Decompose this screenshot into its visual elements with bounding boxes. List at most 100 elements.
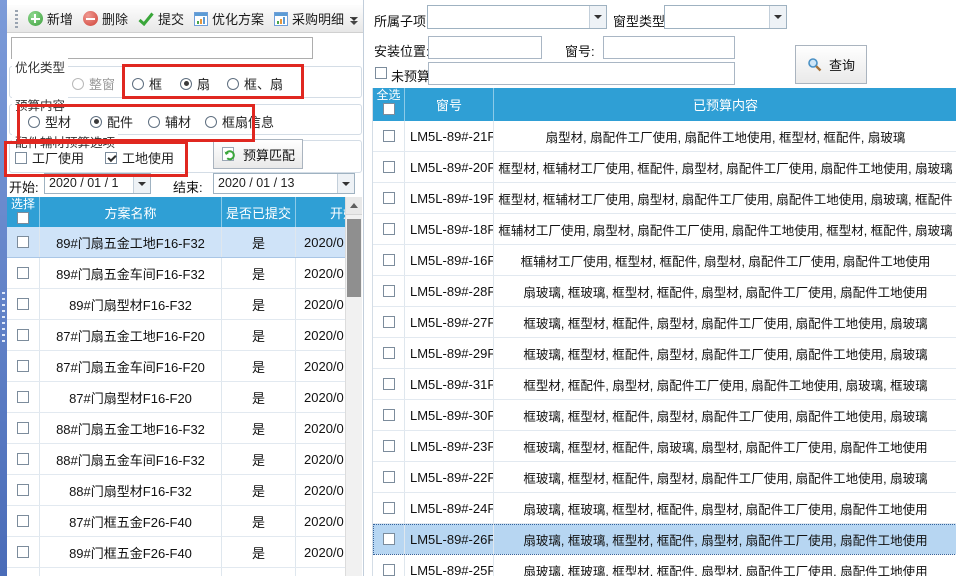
window-type-value — [665, 6, 769, 28]
radio-accessory[interactable]: 配件 — [90, 112, 133, 131]
select-all-checkbox[interactable] — [17, 212, 29, 224]
select-header-label: 选择 — [11, 198, 35, 211]
row-checkbox[interactable] — [383, 533, 395, 545]
row-checkbox[interactable] — [383, 223, 395, 235]
window-no-cell: LM5L-89#-28F26 — [405, 276, 494, 306]
select-all-checkbox[interactable] — [383, 103, 395, 115]
row-checkbox[interactable] — [383, 192, 395, 204]
table-row[interactable]: LM5L-89#-30F28框玻璃, 框型材, 框配件, 扇型材, 扇配件工厂使… — [373, 400, 956, 431]
table-row[interactable]: 87#门扇五金工地F16-F20是2020/0 — [7, 320, 345, 351]
row-checkbox[interactable] — [383, 316, 395, 328]
table-row[interactable]: LM5L-89#-18F16框辅材工厂使用, 扇型材, 扇配件工厂使用, 扇配件… — [373, 214, 956, 245]
row-checkbox[interactable] — [383, 378, 395, 390]
table-row[interactable]: 88#门框五金F21-F40是2020/0 — [7, 568, 345, 576]
table-row[interactable]: LM5L-89#-26F24扇玻璃, 框玻璃, 框型材, 框配件, 扇型材, 扇… — [373, 524, 956, 555]
radio-frame[interactable]: 框 — [132, 74, 162, 93]
radio-frame-sash[interactable]: 框、扇 — [227, 74, 283, 93]
row-checkbox[interactable] — [17, 453, 29, 465]
table-row[interactable]: LM5L-89#-24F22扇玻璃, 框玻璃, 框型材, 框配件, 扇型材, 扇… — [373, 493, 956, 524]
radio-profile[interactable]: 型材 — [28, 112, 71, 131]
table-row[interactable]: 89#门扇五金车间F16-F32是2020/0 — [7, 258, 345, 289]
start-date-picker[interactable]: 2020 / 01 / 1 — [44, 173, 151, 194]
table-row[interactable]: 89#门扇型材F16-F32是2020/0 — [7, 289, 345, 320]
table-row[interactable]: LM5L-89#-31F29框型材, 框配件, 扇型材, 扇配件工厂使用, 扇配… — [373, 369, 956, 400]
table-row[interactable]: LM5L-89#-29F27框玻璃, 框型材, 框配件, 扇型材, 扇配件工厂使… — [373, 338, 956, 369]
submit-button[interactable]: 提交 — [133, 7, 189, 30]
sub-item-select[interactable] — [427, 5, 607, 29]
row-checkbox[interactable] — [383, 564, 395, 576]
add-button[interactable]: 新增 — [23, 7, 78, 30]
radio-icon[interactable] — [180, 78, 192, 90]
row-checkbox[interactable] — [17, 391, 29, 403]
toolbar-overflow-button[interactable] — [347, 16, 360, 31]
radio-auxiliary[interactable]: 辅材 — [148, 112, 191, 131]
table-row[interactable]: LM5L-89#-20F18框型材, 框辅材工厂使用, 框配件, 扇型材, 扇配… — [373, 152, 956, 183]
vertical-scrollbar[interactable] — [345, 197, 362, 576]
row-checkbox[interactable] — [383, 130, 395, 142]
end-date-picker[interactable]: 2020 / 01 / 13 — [213, 173, 355, 194]
delete-button[interactable]: 删除 — [78, 7, 133, 30]
table-row[interactable]: LM5L-89#-19F17框型材, 框辅材工厂使用, 扇型材, 扇配件工厂使用… — [373, 183, 956, 214]
window-no-input[interactable] — [603, 36, 735, 59]
radio-icon[interactable] — [28, 116, 40, 128]
table-row[interactable]: 89#门框五金F26-F40是2020/0 — [7, 537, 345, 568]
table-row[interactable]: 87#门扇型材F16-F20是2020/0 — [7, 382, 345, 413]
radio-sash[interactable]: 扇 — [180, 74, 210, 93]
dropdown-button[interactable] — [133, 174, 150, 193]
checkbox-icon[interactable] — [105, 152, 117, 164]
table-row[interactable]: 87#门框五金F26-F40是2020/0 — [7, 506, 345, 537]
row-checkbox[interactable] — [383, 471, 395, 483]
checkbox-factory-use[interactable]: 工厂使用 — [15, 148, 84, 167]
table-row[interactable]: LM5L-89#-22F20框玻璃, 框型材, 框配件, 扇型材, 扇配件工厂使… — [373, 462, 956, 493]
query-button[interactable]: 查询 — [795, 45, 867, 84]
radio-icon[interactable] — [227, 78, 239, 90]
row-checkbox[interactable] — [383, 409, 395, 421]
row-checkbox[interactable] — [383, 254, 395, 266]
dropdown-button[interactable] — [589, 6, 606, 28]
no-budget-checkbox[interactable] — [375, 67, 387, 79]
table-row[interactable]: LM5L-89#-27F25框玻璃, 框型材, 框配件, 扇型材, 扇配件工厂使… — [373, 307, 956, 338]
row-checkbox[interactable] — [17, 360, 29, 372]
row-checkbox[interactable] — [17, 422, 29, 434]
table-row[interactable]: 87#门扇五金车间F16-F20是2020/0 — [7, 351, 345, 382]
row-checkbox[interactable] — [383, 440, 395, 452]
table-row[interactable]: 88#门扇五金工地F16-F32是2020/0 — [7, 413, 345, 444]
radio-icon[interactable] — [205, 116, 217, 128]
install-position-input[interactable] — [428, 36, 542, 59]
radio-icon[interactable] — [90, 116, 102, 128]
table-row[interactable]: LM5L-89#-21F19扇型材, 扇配件工厂使用, 扇配件工地使用, 框型材… — [373, 121, 956, 152]
table-row[interactable]: 88#门扇五金车间F16-F32是2020/0 — [7, 444, 345, 475]
checkbox-site-use[interactable]: 工地使用 — [105, 148, 174, 167]
checkbox-icon[interactable] — [15, 152, 27, 164]
table-row[interactable]: LM5L-89#-25F23扇玻璃, 框玻璃, 框型材, 框配件, 扇型材, 扇… — [373, 555, 956, 576]
row-checkbox[interactable] — [383, 502, 395, 514]
table-row[interactable]: LM5L-89#-28F26扇玻璃, 框玻璃, 框型材, 框配件, 扇型材, 扇… — [373, 276, 956, 307]
row-checkbox[interactable] — [17, 267, 29, 279]
window-type-select[interactable] — [664, 5, 787, 29]
left-splitter[interactable] — [0, 0, 7, 576]
row-checkbox[interactable] — [383, 161, 395, 173]
radio-frame-sash-info[interactable]: 框扇信息 — [205, 112, 274, 131]
dropdown-button[interactable] — [769, 6, 786, 28]
row-checkbox[interactable] — [17, 484, 29, 496]
row-checkbox[interactable] — [17, 515, 29, 527]
budget-match-button[interactable]: 预算匹配 — [213, 139, 303, 169]
optimize-plan-button[interactable]: 优化方案 — [189, 7, 269, 30]
table-row[interactable]: 89#门扇五金工地F16-F32是2020/0 — [7, 227, 345, 258]
table-row[interactable]: LM5L-89#-16F15框辅材工厂使用, 框型材, 框配件, 扇型材, 扇配… — [373, 245, 956, 276]
scrollbar-thumb[interactable] — [347, 219, 361, 297]
row-checkbox[interactable] — [383, 285, 395, 297]
dropdown-button[interactable] — [337, 174, 354, 193]
plan-filter-input[interactable] — [11, 37, 313, 59]
radio-icon[interactable] — [132, 78, 144, 90]
table-row[interactable]: LM5L-89#-23F21框玻璃, 框型材, 框配件, 扇玻璃, 扇型材, 扇… — [373, 431, 956, 462]
no-budget-input[interactable] — [428, 62, 735, 85]
table-row[interactable]: 88#门扇型材F16-F32是2020/0 — [7, 475, 345, 506]
row-checkbox[interactable] — [17, 236, 29, 248]
row-checkbox[interactable] — [17, 546, 29, 558]
row-checkbox[interactable] — [17, 298, 29, 310]
row-checkbox[interactable] — [17, 329, 29, 341]
scroll-up-button[interactable] — [346, 197, 362, 215]
row-checkbox[interactable] — [383, 347, 395, 359]
radio-icon[interactable] — [148, 116, 160, 128]
